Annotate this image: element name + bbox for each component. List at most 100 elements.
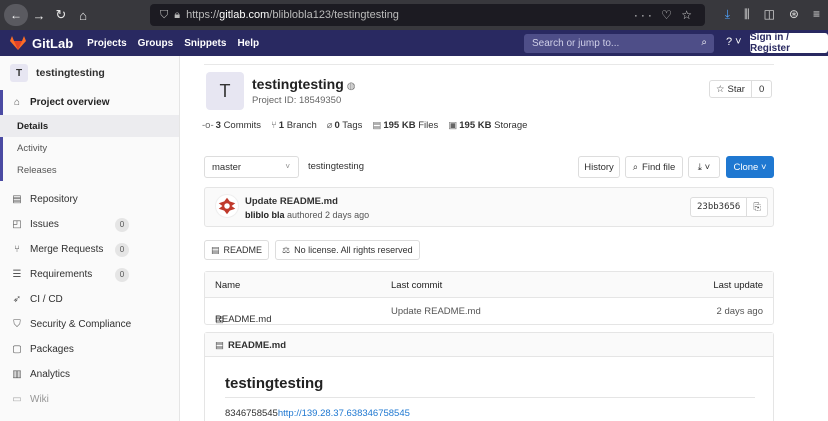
count-badge: 0 [115,267,129,282]
commit-title[interactable]: Update README.md [245,196,338,207]
avatar[interactable] [215,194,239,218]
sidebar-item-releases[interactable]: Releases [0,159,179,181]
search-input[interactable]: Search or jump to... ⌕ [524,34,714,53]
copy-icon[interactable]: ⎘ [747,198,767,216]
sidebar-item-packages[interactable]: ▢ Packages [0,337,179,362]
gitlab-brand[interactable]: GitLab [32,36,73,51]
readme-header: ▤ README.md [205,333,773,357]
scale-icon: ⚖ [282,244,291,255]
tags-link[interactable]: ⌀ 0 Tags [327,120,363,131]
readme-button[interactable]: ▤ README [204,240,270,260]
gitlab-logo-icon[interactable] [10,36,26,50]
wiki-icon: ▭ [12,394,22,405]
nav-groups[interactable]: Groups [138,38,174,49]
file-table: Name Last commit Last update ▤ README.md … [204,271,774,325]
sidebar-icon[interactable]: ◫ [764,7,775,22]
sidebar-item-security[interactable]: ⛉ Security & Compliance [0,312,179,337]
readme-label: README [223,245,263,255]
storage-size: 195 KB [459,120,492,131]
history-button[interactable]: History [578,156,620,178]
menu-icon[interactable]: ≡ [813,7,820,22]
star-label: Star [727,83,745,95]
help-dropdown[interactable]: ? ˅ [726,36,742,48]
sidebar-item-issues[interactable]: ◰ Issues 0 [0,212,179,237]
home-icon: ⌂ [13,97,21,108]
home-button[interactable]: ⌂ [72,8,94,23]
url-prefix: https:// [186,9,220,21]
extension-icon[interactable]: ⊛ [789,7,799,22]
commit-sha-group: 23bb3656 ⎘ [690,197,768,217]
search-icon: ⌕ [701,37,707,48]
reload-button[interactable]: ↻ [50,7,72,23]
count-badge: 0 [115,242,129,257]
sidebar-item-ci-cd[interactable]: ➶ CI / CD [0,287,179,312]
sidebar-item-requirements[interactable]: ☰ Requirements 0 [0,262,179,287]
navbar-menu: Projects Groups Snippets Help [87,38,259,49]
sidebar-item-project-overview[interactable]: ⌂ Project overview [0,90,179,115]
sidebar-item-details[interactable]: Details [0,115,179,137]
star-button[interactable]: ☆ Star 0 [709,80,773,98]
last-commit-panel: Update README.md bliblo bla authored 2 d… [204,187,774,227]
nav-snippets[interactable]: Snippets [184,38,226,49]
tags-label: Tags [342,120,363,131]
nav-projects[interactable]: Projects [87,38,126,49]
search-placeholder: Search or jump to... [532,38,620,49]
readme-link[interactable]: http://139.28.37.638346758545 [278,408,410,419]
sidebar-item-label: Wiki [30,394,49,405]
files-label: Files [418,120,439,131]
sidebar-item-label: Analytics [30,369,71,380]
sidebar-project-header[interactable]: T testingtesting [0,56,179,90]
url-actions[interactable]: ··· ♡ ☆ [634,8,695,22]
commits-link[interactable]: -o- 3 Commits [202,120,261,131]
branches-link[interactable]: ⑂ 1 Branch [271,120,317,131]
download-button[interactable]: ⤓ ˅ [688,156,720,178]
branch-label: Branch [286,120,317,131]
merge-request-icon: ⑂ [14,244,20,255]
file-last-commit[interactable]: Update README.md [391,306,481,317]
commit-author[interactable]: bliblo bla [245,210,285,220]
url-bar[interactable]: ⛉ 🔒︎ https://gitlab.com/bliblobla123/tes… [150,4,705,26]
sidebar-item-activity[interactable]: Activity [0,137,179,159]
readme-filename: README.md [227,340,287,351]
sidebar-item-wiki[interactable]: ▭ Wiki [0,387,179,412]
sidebar-item-repository[interactable]: ▤ Repository [0,187,179,212]
readme-buttons: ▤ README ⚖ No license. All rights reserved [204,240,420,260]
storage-link[interactable]: ▣ 195 KB Storage [448,120,527,131]
star-count[interactable]: 0 [752,84,771,95]
main-content: T testingtesting ◍ Project ID: 18549350 ☆… [180,56,828,421]
sidebar-item-analytics[interactable]: ▥ Analytics [0,362,179,387]
column-header-name: Name [215,280,241,291]
file-icon: ▤ [211,244,220,255]
find-file-button[interactable]: ⌕ Find file [625,156,683,178]
library-icon[interactable]: ⫼ [744,7,750,22]
overview-group: ⌂ Project overview Details Activity Rele… [0,90,179,181]
browser-extensions: ⤓ ⫼ ◫ ⊛ ≡ [725,7,820,22]
sign-in-button[interactable]: Sign in / Register [750,32,828,54]
license-button[interactable]: ⚖ No license. All rights reserved [275,240,420,260]
files-link[interactable]: ▤ 195 KB Files [372,120,438,131]
commits-label: Commits [223,120,262,131]
commit-meta: bliblo bla authored 2 days ago [245,210,369,220]
gitlab-navbar: GitLab Projects Groups Snippets Help Sea… [0,30,828,56]
page-title: testingtesting ◍ [252,76,356,92]
sidebar-item-merge-requests[interactable]: ⑂ Merge Requests 0 [0,237,179,262]
readme-heading: testingtesting [225,375,324,392]
nav-help[interactable]: Help [237,38,259,49]
browser-toolbar: ← → ↻ ⌂ ⛉ 🔒︎ https://gitlab.com/bliblobl… [0,0,828,30]
back-button[interactable]: ← [4,4,28,26]
chart-icon: ▥ [12,369,22,380]
readme-paragraph: 8346758545http://139.28.37.638346758545 [225,408,410,419]
search-icon: ⌕ [632,161,639,173]
forward-button[interactable]: → [28,8,50,23]
table-row[interactable]: ▤ README.md Update README.md 2 days ago [205,298,773,325]
branch-selector[interactable]: master ˅ [204,156,299,178]
download-icon[interactable]: ⤓ [725,7,730,22]
count-badge: 0 [115,217,129,232]
breadcrumb[interactable]: testingtesting [308,161,364,172]
clone-button[interactable]: Clone ˅ [726,156,774,178]
project-stats: -o- 3 Commits ⑂ 1 Branch ⌀ 0 Tags ▤ 195 KB F… [202,120,527,131]
rocket-icon: ➶ [12,294,22,305]
public-visibility-icon: ◍ [346,81,356,92]
project-title-text: testingtesting [252,76,344,92]
commit-sha[interactable]: 23bb3656 [691,198,748,216]
